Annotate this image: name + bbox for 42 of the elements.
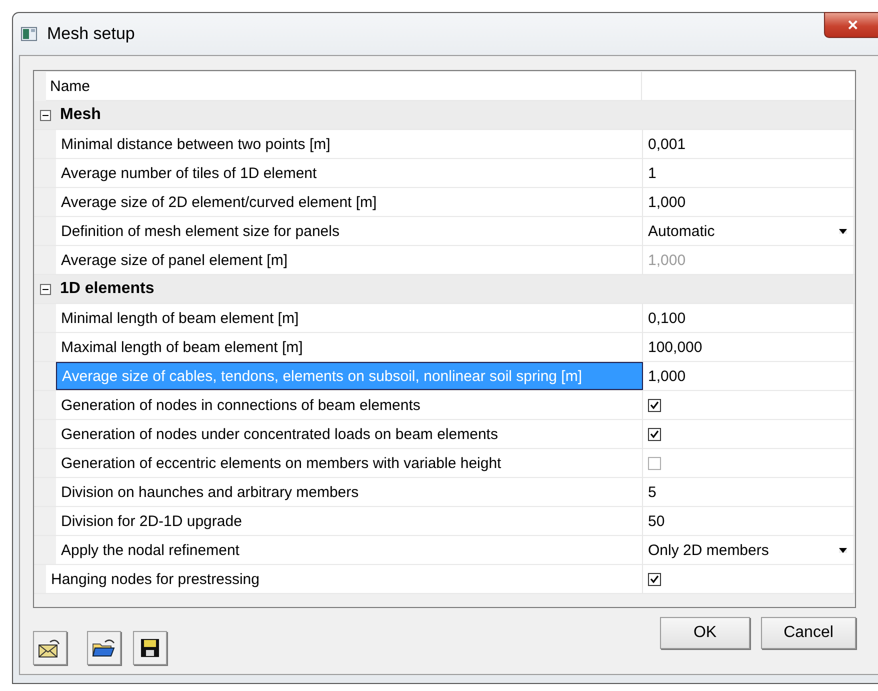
cancel-button[interactable]: Cancel <box>761 617 856 649</box>
property-label[interactable]: Generation of nodes in connections of beam elements <box>56 391 643 419</box>
property-label[interactable]: Maximal length of beam element [m] <box>56 333 643 361</box>
column-header: Name <box>46 72 642 100</box>
property-label[interactable]: Hanging nodes for prestressing <box>46 565 643 593</box>
checkbox[interactable] <box>648 398 661 412</box>
close-button[interactable]: ✕ <box>824 12 878 38</box>
property-value[interactable]: 1,000 <box>648 194 686 210</box>
property-label[interactable]: Generation of eccentric elements on members with variable height <box>56 449 643 477</box>
checkbox[interactable] <box>648 572 661 586</box>
property-label[interactable]: Average size of 2D element/curved element [m] <box>56 188 643 216</box>
section-title: 1D elements <box>60 280 154 298</box>
window-icon <box>21 27 37 41</box>
caret-icon <box>839 228 847 234</box>
ok-button[interactable]: OK <box>660 617 750 649</box>
property-value[interactable]: 1 <box>648 164 656 182</box>
checkbox[interactable] <box>648 456 661 470</box>
window-title: Mesh setup <box>47 24 135 44</box>
property-label[interactable]: Division for 2D-1D upgrade <box>56 507 643 535</box>
open-button[interactable] <box>87 631 121 665</box>
property-value[interactable]: 50 <box>648 512 665 530</box>
save-button[interactable] <box>133 631 167 665</box>
property-value[interactable]: 100,000 <box>648 338 702 356</box>
section-title: Mesh <box>60 106 101 124</box>
property-label[interactable]: Generation of nodes under concentrated loads on beam elements <box>56 420 643 448</box>
property-label[interactable]: Division on haunches and arbitrary members <box>56 478 643 506</box>
collapse-icon[interactable] <box>40 284 51 294</box>
collapse-icon[interactable] <box>40 110 51 120</box>
property-label[interactable]: Average number of tiles of 1D element <box>56 159 643 187</box>
envelope-icon <box>38 637 62 659</box>
property-value[interactable]: 0,100 <box>648 310 686 326</box>
property-value[interactable]: 5 <box>648 484 656 500</box>
property-label[interactable]: Definition of mesh element size for panels <box>56 217 643 245</box>
caret-icon <box>839 548 847 552</box>
folder-icon <box>92 637 116 659</box>
property-label[interactable]: Apply the nodal refinement <box>56 536 643 564</box>
export-button[interactable] <box>33 631 67 665</box>
property-label[interactable]: Minimal length of beam element [m] <box>56 304 643 332</box>
property-value[interactable]: 0,001 <box>648 136 686 152</box>
property-label[interactable]: Minimal distance between two points [m] <box>56 130 643 158</box>
property-value[interactable]: 1,000 <box>648 368 686 384</box>
checkbox[interactable] <box>648 428 661 440</box>
